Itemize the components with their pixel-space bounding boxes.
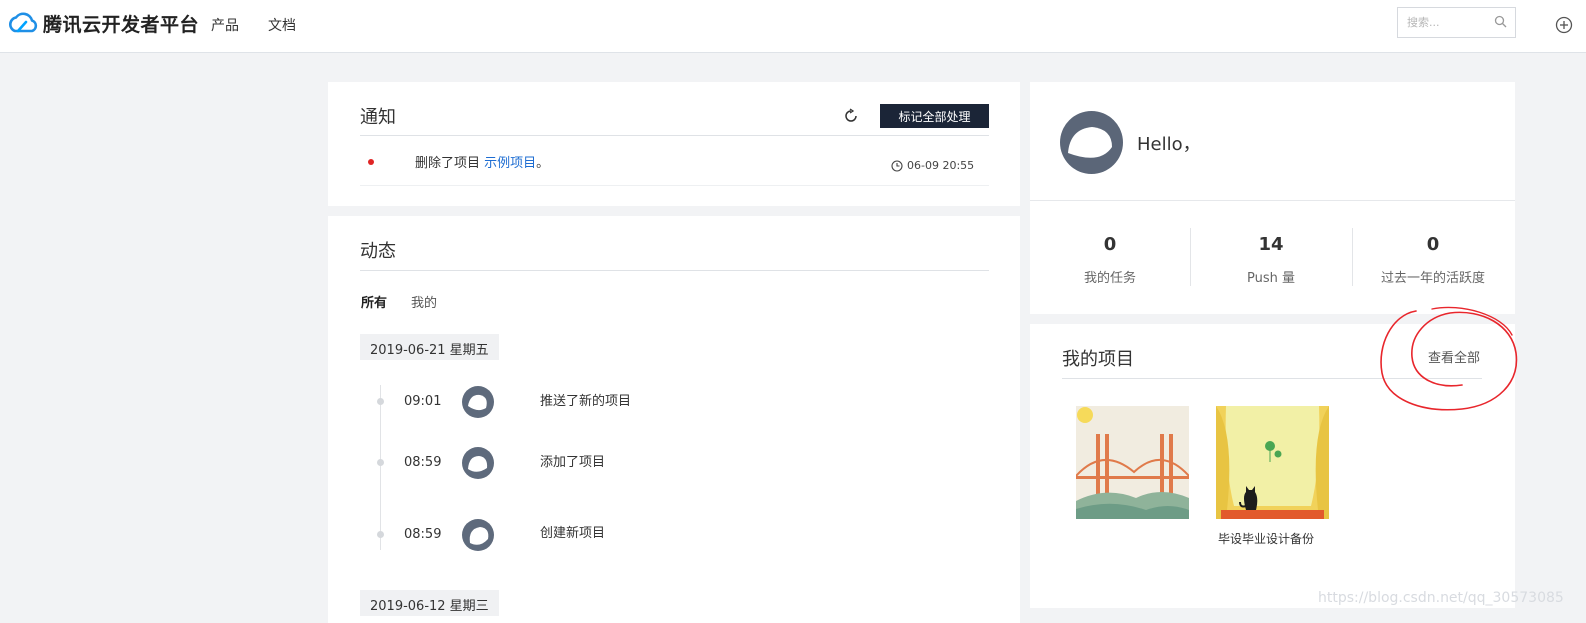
logo[interactable]: 腾讯云开发者平台 [6, 9, 199, 37]
tab-mine[interactable]: 我的 [411, 292, 437, 311]
stat-push[interactable]: 14 Push 量 [1191, 234, 1351, 286]
notice-divider [360, 135, 989, 136]
activity-text: 推送了新的项目 [540, 394, 632, 409]
timeline-dot [377, 531, 384, 538]
stat-activity[interactable]: 0 过去一年的活跃度 [1353, 234, 1513, 286]
activity-panel [328, 216, 1020, 623]
refresh-icon[interactable] [843, 108, 859, 124]
notice-project-link[interactable]: 示例项目 [484, 156, 536, 171]
notice-action: 删除了项目 [415, 156, 481, 171]
top-nav-bar: 腾讯云开发者平台 产品 文档 [0, 0, 1586, 53]
activity-text: 添加了项目 [540, 455, 606, 470]
notice-time: 06-09 20:55 [891, 159, 974, 172]
logo-text: 腾讯云开发者平台 [43, 13, 200, 36]
project-thumbnail[interactable] [1216, 406, 1329, 519]
nav-item-docs[interactable]: 文档 [268, 15, 296, 35]
activity-time: 08:59 [404, 455, 442, 470]
stat-tasks[interactable]: 0 我的任务 [1030, 234, 1190, 286]
nav-item-products[interactable]: 产品 [211, 15, 239, 35]
date-group-header: 2019-06-12 星期三 [360, 590, 499, 616]
add-circle-icon[interactable] [1555, 16, 1573, 34]
tab-all[interactable]: 所有 [361, 292, 387, 311]
stat-value: 0 [1426, 234, 1440, 255]
project-name[interactable]: 毕设毕业设计备份 [1218, 530, 1314, 547]
avatar[interactable] [462, 519, 494, 551]
timeline-line [380, 385, 381, 550]
view-all-projects-link[interactable]: 查看全部 [1428, 347, 1480, 366]
clock-icon [891, 159, 903, 172]
notice-item-divider [360, 185, 989, 186]
projects-title: 我的项目 [1062, 349, 1134, 370]
timeline-dot [377, 459, 384, 466]
stat-label: 我的任务 [1083, 271, 1136, 286]
activity-title: 动态 [360, 241, 396, 262]
activity-text: 创建新项目 [540, 526, 606, 541]
notice-title: 通知 [360, 107, 396, 128]
notice-item: 删除了项目 示例项目。 [415, 152, 549, 171]
notice-suffix: 。 [536, 156, 550, 171]
user-avatar[interactable] [1060, 111, 1123, 174]
stat-label: Push 量 [1247, 271, 1295, 286]
watermark-text: https://blog.csdn.net/qq_30573085 [1318, 590, 1564, 606]
search-input[interactable] [1398, 8, 1484, 37]
mark-all-read-button[interactable]: 标记全部处理 [880, 104, 989, 128]
project-thumbnail[interactable] [1076, 406, 1189, 519]
search-icon[interactable] [1494, 15, 1507, 28]
notice-time-text: 06-09 20:55 [907, 159, 975, 172]
greeting: Hello， [1137, 134, 1201, 155]
avatar[interactable] [462, 447, 494, 479]
timeline-dot [377, 398, 384, 405]
date-group-header: 2019-06-21 星期五 [360, 334, 499, 360]
profile-divider [1030, 200, 1515, 201]
avatar[interactable] [462, 386, 494, 418]
projects-divider [1062, 378, 1482, 379]
activity-divider [360, 270, 989, 271]
activity-time: 09:01 [404, 394, 442, 409]
stat-value: 14 [1258, 234, 1284, 255]
stat-label: 过去一年的活跃度 [1380, 271, 1485, 286]
search-box [1397, 7, 1516, 38]
unread-dot [368, 159, 374, 165]
cloud-logo-icon [9, 12, 38, 33]
activity-time: 08:59 [404, 527, 442, 542]
notice-panel [328, 82, 1020, 206]
stat-value: 0 [1103, 234, 1117, 255]
